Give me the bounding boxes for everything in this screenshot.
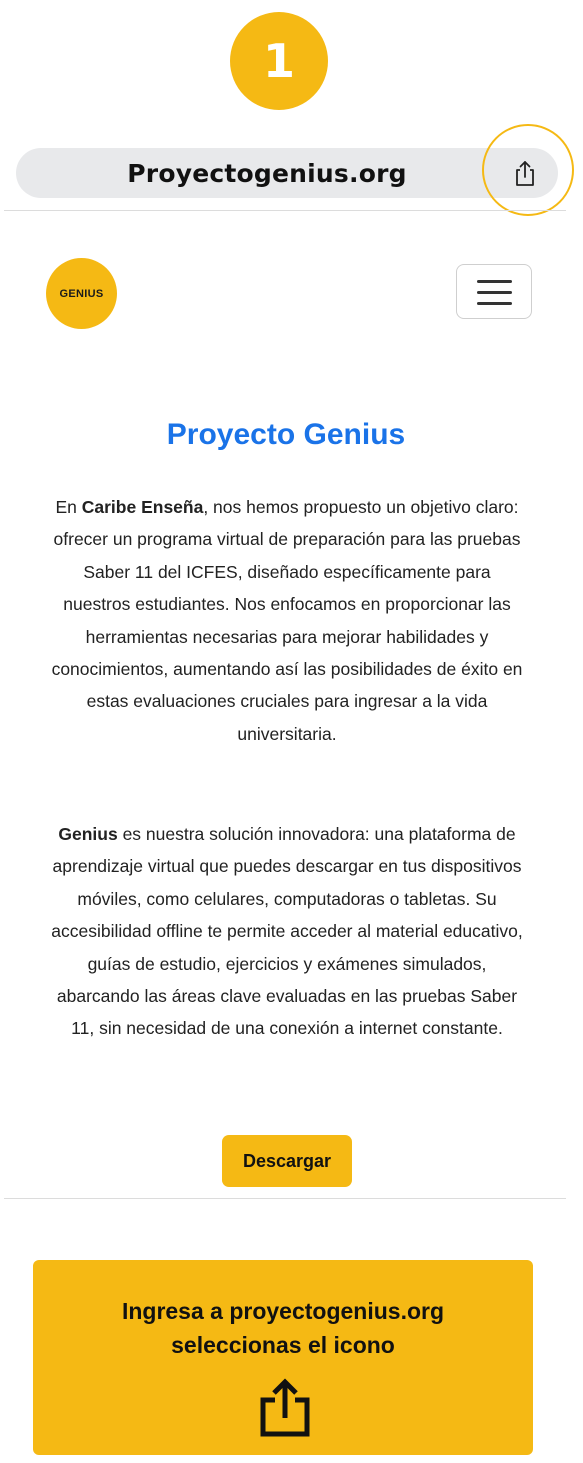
intro-paragraph-bold: Caribe Enseña (81, 497, 204, 517)
share-icon (516, 161, 534, 186)
instruction-line-1: Ingresa a proyectogenius.org (121, 1298, 445, 1324)
address-bar-divider (4, 210, 566, 211)
intro-paragraph-text: , nos hemos propuesto un objetivo claro:… (51, 497, 523, 744)
share-icon (260, 1378, 310, 1437)
hamburger-menu-icon-line (477, 302, 512, 305)
instruction-card: Ingresa a proyectogenius.org seleccionas… (33, 1260, 533, 1455)
address-url[interactable]: Proyectogenius.org (16, 148, 518, 198)
download-button[interactable]: Descargar (222, 1135, 352, 1187)
browser-share-button[interactable] (510, 159, 540, 189)
content-divider (4, 1198, 566, 1199)
step-number: 1 (262, 34, 295, 88)
browser-address-bar[interactable]: Proyectogenius.org (16, 148, 558, 198)
genius-paragraph-text: es nuestra solución innovadora: una plat… (51, 824, 523, 1039)
hamburger-menu-icon (477, 280, 512, 283)
intro-paragraph: En Caribe Enseña, nos hemos propuesto un… (50, 491, 524, 750)
instruction-line-2: seleccionas el icono (171, 1332, 395, 1358)
hamburger-menu-button[interactable] (456, 264, 532, 319)
instruction-text: Ingresa a proyectogenius.org seleccionas… (33, 1294, 533, 1362)
step-number-badge: 1 (230, 12, 328, 110)
logo-text: GENIUS (59, 287, 104, 300)
genius-paragraph: Genius es nuestra solución innovadora: u… (50, 818, 524, 1045)
page-title: Proyecto Genius (166, 418, 406, 451)
hamburger-menu-icon-line (477, 291, 512, 294)
intro-paragraph-prefix: En (55, 497, 82, 517)
genius-logo[interactable]: GENIUS (46, 258, 117, 329)
genius-paragraph-bold: Genius (58, 824, 118, 844)
